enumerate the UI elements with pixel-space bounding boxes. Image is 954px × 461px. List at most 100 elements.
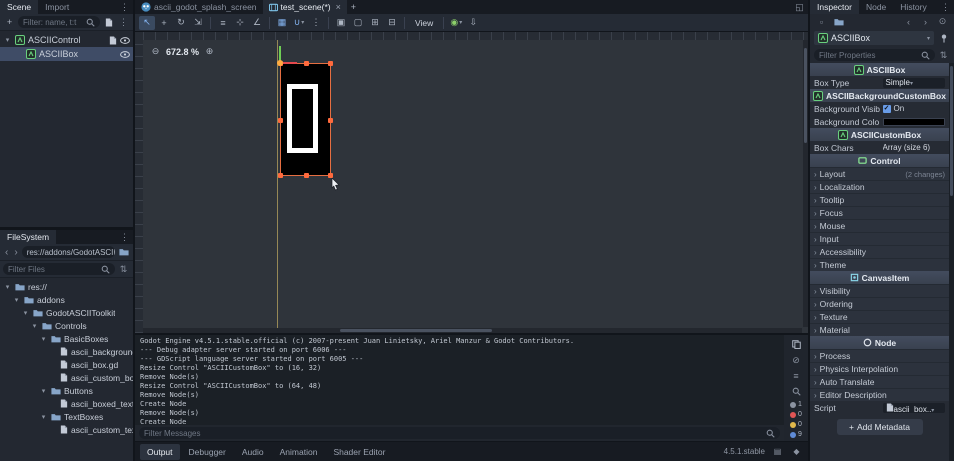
fs-item-controls[interactable]: ▾ Controls: [0, 319, 133, 332]
tab-scene[interactable]: Scene: [0, 0, 39, 14]
new-scene-tab-button[interactable]: +: [347, 1, 360, 14]
focus-current-file-button[interactable]: [117, 246, 130, 259]
bottom-tab-output[interactable]: Output: [140, 443, 180, 460]
filesystem-dock-menu-icon[interactable]: ⋮: [116, 230, 133, 244]
inspector-history-icon[interactable]: ⊙: [936, 15, 949, 28]
section-physics-interpolation[interactable]: › Physics Interpolation: [810, 362, 949, 375]
collapse-icon[interactable]: ▾: [3, 36, 12, 44]
tab-node[interactable]: Node: [859, 0, 893, 14]
fs-item-basicboxes[interactable]: ▾ BasicBoxes: [0, 332, 133, 345]
fs-item-ascii-custom-text-b[interactable]: ascii_custom_text_b...: [0, 423, 133, 436]
messages-count[interactable]: 9: [790, 431, 802, 438]
section-layout[interactable]: › Layout (2 changes): [810, 167, 949, 180]
resize-handle-bottom-left[interactable]: [278, 173, 283, 178]
preview-toggle-icon[interactable]: ◉ ▾: [448, 16, 464, 30]
bottom-tab-audio[interactable]: Audio: [235, 444, 271, 460]
search-log-icon[interactable]: [790, 385, 803, 398]
category-node[interactable]: Node: [810, 336, 949, 349]
resize-handle-top-center[interactable]: [303, 61, 309, 66]
ungroup-selected-icon[interactable]: ⊟: [384, 16, 400, 30]
scene-tab-test-scene[interactable]: test_scene(*) ×: [262, 0, 347, 14]
fs-item-textboxes[interactable]: ▾ TextBoxes: [0, 410, 133, 423]
grid-snap-icon[interactable]: ∪ ▾: [291, 16, 307, 30]
errors-count[interactable]: 0: [790, 411, 802, 418]
rotate-tool-icon[interactable]: ↻: [173, 16, 189, 30]
section-mouse[interactable]: › Mouse: [810, 219, 949, 232]
resize-handle-middle-left[interactable]: [278, 117, 283, 123]
distraction-free-icon[interactable]: ◱: [793, 1, 806, 14]
section-theme[interactable]: › Theme: [810, 258, 949, 271]
inspector-forward-icon[interactable]: ›: [919, 15, 932, 28]
bottom-tab-animation[interactable]: Animation: [273, 444, 325, 460]
warnings-count[interactable]: 0: [790, 421, 802, 428]
fs-item-buttons[interactable]: ▾ Buttons: [0, 384, 133, 397]
zoom-in-button[interactable]: ⊕: [203, 45, 216, 58]
section-ordering[interactable]: › Ordering: [810, 297, 949, 310]
scene-filter-input[interactable]: [23, 17, 83, 27]
section-accessibility[interactable]: › Accessibility: [810, 245, 949, 258]
collapse-icon[interactable]: ▾: [39, 387, 48, 395]
script-field[interactable]: ascii_box..▾: [882, 402, 945, 413]
scale-tool-icon[interactable]: ⇲: [190, 16, 206, 30]
eye-icon[interactable]: [120, 36, 130, 45]
canvas-hscrollbar[interactable]: [143, 328, 802, 333]
scene-dock-options-icon[interactable]: ⋮: [116, 0, 133, 14]
section-localization[interactable]: › Localization: [810, 180, 949, 193]
section-texture[interactable]: › Texture: [810, 310, 949, 323]
script-icon[interactable]: [109, 35, 117, 45]
2d-viewport[interactable]: ⊖ 672.8 % ⊕: [135, 32, 808, 333]
new-resource-icon[interactable]: ▫: [815, 15, 828, 28]
history-forward-icon[interactable]: ›: [12, 247, 19, 258]
pin-icon[interactable]: [937, 32, 950, 45]
tab-import[interactable]: Import: [38, 0, 76, 14]
category-canvasitem[interactable]: CanvasItem: [810, 271, 949, 284]
bottom-tab-shader-editor[interactable]: Shader Editor: [326, 444, 392, 460]
dropdown-box-type[interactable]: Simple▾: [882, 77, 945, 88]
attach-script-button[interactable]: [102, 16, 115, 29]
canvas-vscrollbar[interactable]: [803, 40, 808, 327]
panel-expand-icon[interactable]: ◆: [790, 445, 803, 458]
gizmo-origin[interactable]: [277, 60, 283, 66]
collapse-icon[interactable]: ▾: [30, 322, 39, 330]
section-auto-translate[interactable]: › Auto Translate: [810, 375, 949, 388]
zoom-out-button[interactable]: ⊖: [149, 45, 162, 58]
fs-item-godotasciitoolkit[interactable]: ▾ GodotASCIIToolkit: [0, 306, 133, 319]
section-process[interactable]: › Process: [810, 349, 949, 362]
load-resource-icon[interactable]: [832, 15, 845, 28]
tab-inspector[interactable]: Inspector: [810, 0, 859, 14]
add-metadata-button[interactable]: + Add Metadata: [836, 419, 923, 435]
tab-filesystem[interactable]: FileSystem: [0, 230, 57, 244]
fs-item-res[interactable]: ▾ res://: [0, 280, 133, 293]
category-asciicustombox[interactable]: ASCIICustomBox: [810, 128, 949, 141]
scene-node-asciicontrol[interactable]: ▾ ASCIIControl: [0, 33, 133, 47]
inspector-scrollbar[interactable]: [949, 63, 954, 461]
resize-handle-middle-right[interactable]: [328, 117, 333, 123]
section-tooltip[interactable]: › Tooltip: [810, 193, 949, 206]
fs-item-ascii-background-c[interactable]: ascii_background_c...: [0, 345, 133, 358]
add-node-button[interactable]: +: [3, 16, 16, 29]
scene-tab-ascii-godot-splash-screen[interactable]: ascii_godot_splash_screen: [135, 0, 263, 14]
color-swatch[interactable]: [882, 117, 945, 126]
fs-item-ascii-boxed-text-bu[interactable]: ascii_boxed_text_bu...: [0, 397, 133, 410]
select-tool-icon[interactable]: ↖: [139, 15, 155, 30]
section-material[interactable]: › Material: [810, 323, 949, 336]
clear-log-icon[interactable]: ⊘: [790, 354, 803, 367]
group-selected-icon[interactable]: ⊞: [367, 16, 383, 30]
section-visibility[interactable]: › Visibility: [810, 284, 949, 297]
list-select-tool-icon[interactable]: ≡: [215, 16, 231, 30]
collapse-icon[interactable]: ▾: [39, 413, 48, 421]
property-sort-icon[interactable]: ⇅: [937, 49, 950, 62]
fs-item-addons[interactable]: ▾ addons: [0, 293, 133, 306]
inspector-back-icon[interactable]: ‹: [902, 15, 915, 28]
category-asciibackgroundcustombox[interactable]: ASCIIBackgroundCustomBox: [810, 89, 949, 102]
collapse-duplicates-icon[interactable]: ≡: [790, 370, 803, 383]
hscrollbar-thumb[interactable]: [340, 329, 492, 332]
node-selector[interactable]: ASCIIBox ▾: [814, 31, 934, 45]
eye-icon[interactable]: [120, 50, 130, 58]
view-menu-button[interactable]: View: [409, 18, 439, 28]
history-back-icon[interactable]: ‹: [3, 247, 10, 258]
vscrollbar-thumb[interactable]: [804, 48, 807, 143]
fs-item-ascii-custom-box-gd[interactable]: ascii_custom_box.gd: [0, 371, 133, 384]
output-filter-input[interactable]: [144, 428, 763, 438]
array-value[interactable]: Array (size 6): [883, 143, 946, 152]
